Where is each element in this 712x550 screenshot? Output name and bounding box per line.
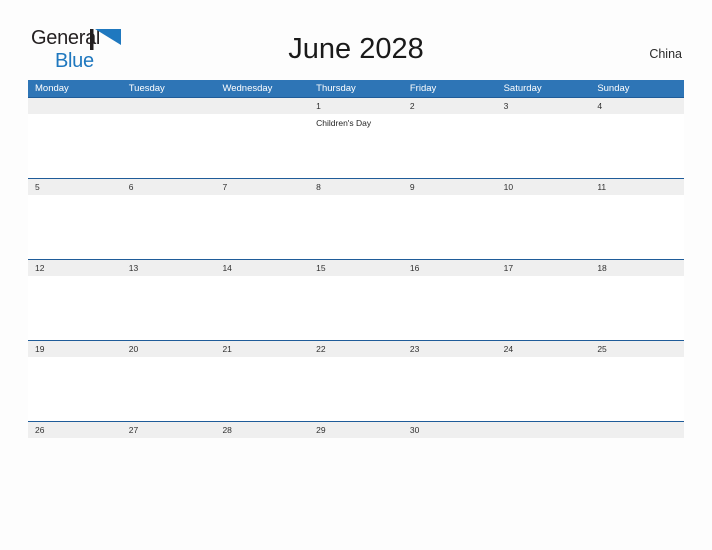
day-number[interactable]: 27 xyxy=(122,422,216,438)
day-number[interactable]: 7 xyxy=(215,179,309,195)
week-event-band xyxy=(28,195,684,259)
day-number[interactable]: 30 xyxy=(403,422,497,438)
week-event-band: Children's Day xyxy=(28,114,684,178)
event-label: Children's Day xyxy=(316,118,372,128)
day-events[interactable] xyxy=(590,195,684,259)
day-number[interactable]: 23 xyxy=(403,341,497,357)
week-event-band xyxy=(28,276,684,340)
day-events[interactable] xyxy=(122,195,216,259)
week-event-band xyxy=(28,357,684,421)
day-events[interactable] xyxy=(497,357,591,421)
day-events[interactable] xyxy=(28,357,122,421)
day-events[interactable] xyxy=(28,195,122,259)
weekday-header-monday: Monday xyxy=(35,83,69,94)
weekday-header-wednesday: Wednesday xyxy=(222,83,273,94)
day-number[interactable]: 25 xyxy=(590,341,684,357)
calendar-grid: Monday Tuesday Wednesday Thursday Friday… xyxy=(28,80,684,445)
day-number[interactable] xyxy=(215,98,309,114)
weekday-header-row: Monday Tuesday Wednesday Thursday Friday… xyxy=(28,80,684,97)
day-number[interactable]: 5 xyxy=(28,179,122,195)
day-number[interactable]: 19 xyxy=(28,341,122,357)
day-events[interactable] xyxy=(309,195,403,259)
day-events[interactable] xyxy=(215,114,309,178)
day-events[interactable] xyxy=(497,276,591,340)
day-events[interactable] xyxy=(403,114,497,178)
day-number[interactable]: 28 xyxy=(215,422,309,438)
day-number[interactable]: 8 xyxy=(309,179,403,195)
week-row: 12 13 14 15 16 17 18 xyxy=(28,259,684,340)
day-number[interactable]: 9 xyxy=(403,179,497,195)
day-number[interactable] xyxy=(28,98,122,114)
day-number[interactable]: 20 xyxy=(122,341,216,357)
day-number[interactable]: 1 xyxy=(309,98,403,114)
day-number[interactable]: 24 xyxy=(497,341,591,357)
day-events[interactable] xyxy=(122,114,216,178)
day-number[interactable]: 21 xyxy=(215,341,309,357)
day-events[interactable] xyxy=(403,195,497,259)
weekday-header-tuesday: Tuesday xyxy=(128,83,165,94)
week-date-band: 5 6 7 8 9 10 11 xyxy=(28,178,684,195)
day-events[interactable] xyxy=(497,195,591,259)
week-row: 5 6 7 8 9 10 11 xyxy=(28,178,684,259)
day-events[interactable] xyxy=(590,276,684,340)
page-title: June 2028 xyxy=(288,33,424,65)
week-date-band: 1 2 3 4 xyxy=(28,97,684,114)
day-number[interactable]: 6 xyxy=(122,179,216,195)
day-events[interactable] xyxy=(309,276,403,340)
week-date-band: 19 20 21 22 23 24 25 xyxy=(28,340,684,357)
day-number[interactable] xyxy=(497,422,591,438)
day-number[interactable]: 2 xyxy=(403,98,497,114)
day-number[interactable]: 12 xyxy=(28,260,122,276)
day-number[interactable]: 17 xyxy=(497,260,591,276)
day-events[interactable] xyxy=(215,357,309,421)
week-row: 26 27 28 29 30 xyxy=(28,421,684,445)
day-number[interactable]: 29 xyxy=(309,422,403,438)
day-number[interactable]: 26 xyxy=(28,422,122,438)
day-events[interactable] xyxy=(403,357,497,421)
weekday-header-sunday: Sunday xyxy=(597,83,630,94)
day-number[interactable]: 14 xyxy=(215,260,309,276)
day-number[interactable]: 4 xyxy=(590,98,684,114)
week-date-band: 26 27 28 29 30 xyxy=(28,421,684,438)
day-events[interactable] xyxy=(122,276,216,340)
page-header: General Blue June 2028 China xyxy=(0,0,712,80)
day-events[interactable]: Children's Day xyxy=(309,114,403,178)
day-number[interactable]: 16 xyxy=(403,260,497,276)
day-events[interactable] xyxy=(590,114,684,178)
week-row: 1 2 3 4 Children's Day xyxy=(28,97,684,178)
day-events[interactable] xyxy=(215,195,309,259)
weekday-header-thursday: Thursday xyxy=(316,83,356,94)
weekday-header-friday: Friday xyxy=(409,83,437,94)
day-number[interactable]: 11 xyxy=(590,179,684,195)
day-number[interactable]: 13 xyxy=(122,260,216,276)
day-events[interactable] xyxy=(28,114,122,178)
country-label: China xyxy=(649,47,682,61)
day-events[interactable] xyxy=(403,276,497,340)
day-events[interactable] xyxy=(28,276,122,340)
day-number[interactable] xyxy=(122,98,216,114)
day-number[interactable] xyxy=(590,422,684,438)
week-row: 19 20 21 22 23 24 25 xyxy=(28,340,684,421)
day-number[interactable]: 15 xyxy=(309,260,403,276)
day-number[interactable]: 3 xyxy=(497,98,591,114)
day-number[interactable]: 22 xyxy=(309,341,403,357)
day-events[interactable] xyxy=(215,276,309,340)
week-date-band: 12 13 14 15 16 17 18 xyxy=(28,259,684,276)
day-events[interactable] xyxy=(122,357,216,421)
day-events[interactable] xyxy=(590,357,684,421)
day-number[interactable]: 10 xyxy=(497,179,591,195)
day-events[interactable] xyxy=(497,114,591,178)
day-number[interactable]: 18 xyxy=(590,260,684,276)
weekday-header-saturday: Saturday xyxy=(503,83,542,94)
day-events[interactable] xyxy=(309,357,403,421)
